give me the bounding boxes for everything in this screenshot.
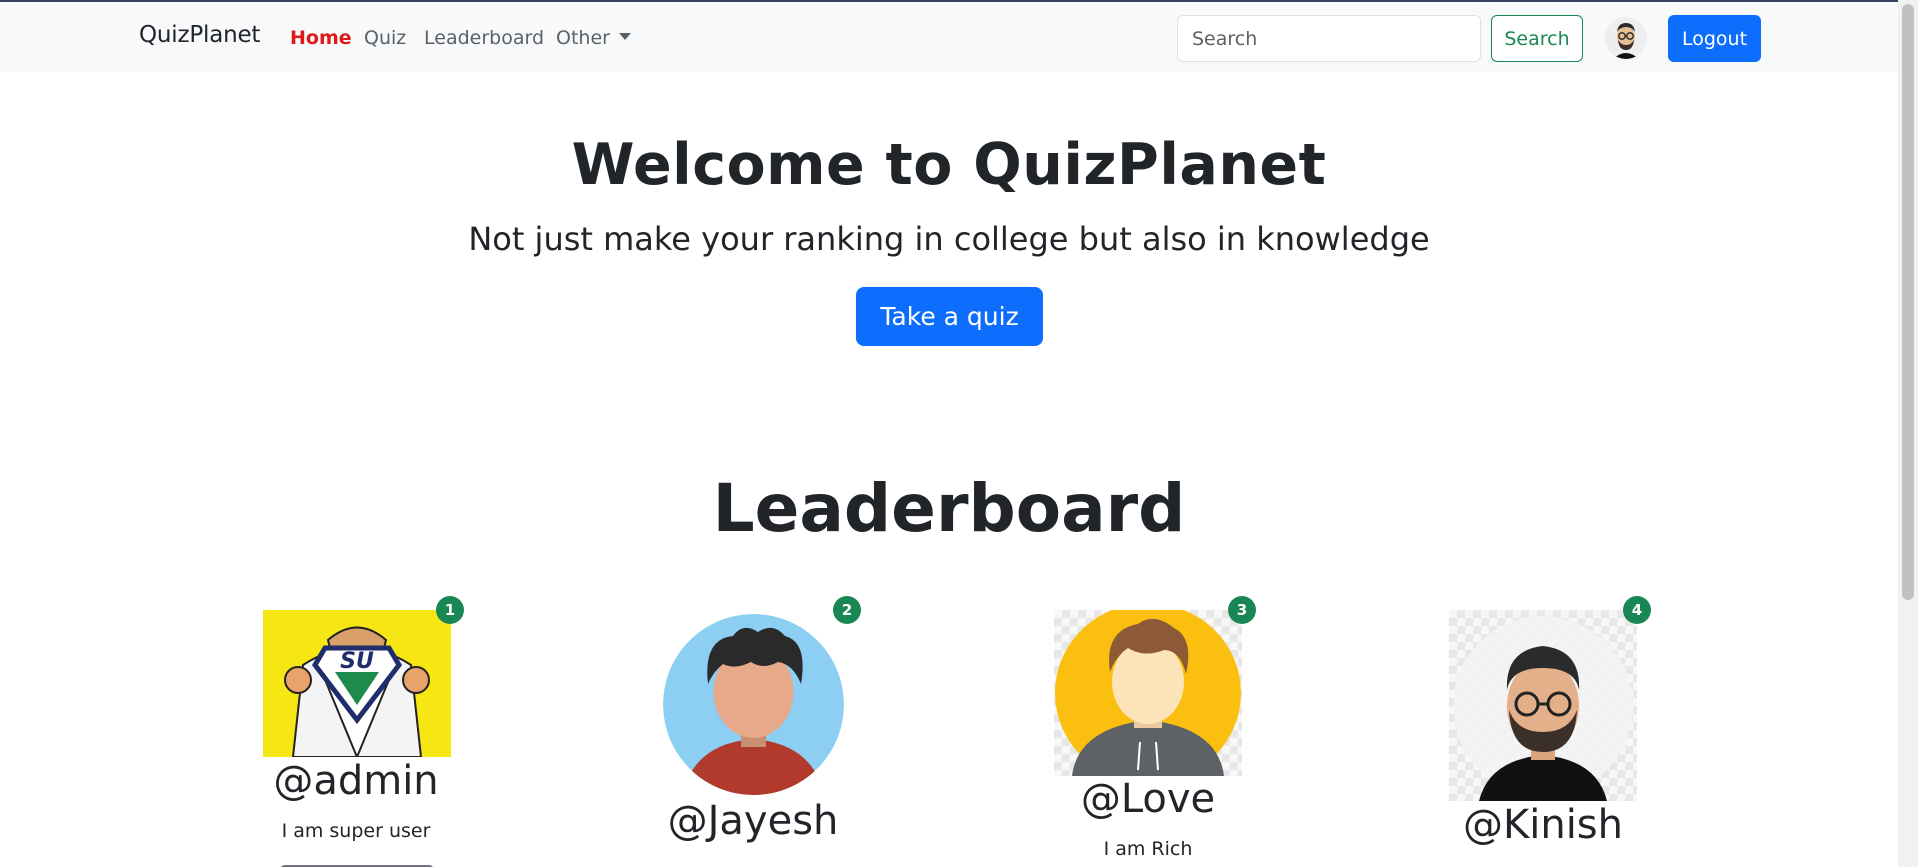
- leaderboard-card-kinish[interactable]: 4 @Kinish: [1393, 594, 1693, 867]
- user-avatar-icon: [1453, 616, 1633, 801]
- nav-leaderboard[interactable]: Leaderboard: [424, 27, 544, 49]
- nav-home[interactable]: Home: [290, 27, 352, 49]
- search-input[interactable]: [1177, 15, 1481, 62]
- username[interactable]: @Love: [998, 776, 1298, 822]
- user-bio: I am Rich: [1103, 838, 1193, 860]
- user-avatar-icon: [663, 614, 844, 795]
- hero-subtitle: Not just make your ranking in college bu…: [468, 220, 1430, 258]
- nav-other-label: Other: [556, 27, 610, 49]
- username[interactable]: @Kinish: [1393, 802, 1693, 848]
- rank-badge: 3: [1228, 596, 1256, 624]
- nav-quiz[interactable]: Quiz: [364, 27, 406, 49]
- rank-badge: 2: [833, 596, 861, 624]
- username[interactable]: @Jayesh: [603, 798, 903, 844]
- search-button[interactable]: Search: [1491, 15, 1583, 62]
- rank-badge: 1: [436, 596, 464, 624]
- nav-other-dropdown[interactable]: Other: [556, 27, 631, 49]
- chevron-down-icon: [618, 33, 631, 40]
- leaderboard-card-admin[interactable]: SU 1 @admin I am super user: [206, 594, 506, 867]
- user-avatar[interactable]: [1605, 17, 1647, 59]
- leaderboard-card-love[interactable]: 3 @Love I am Rich: [998, 594, 1298, 867]
- leaderboard-card-jayesh[interactable]: 2 @Jayesh: [603, 594, 903, 867]
- user-bio: I am super user: [281, 820, 431, 842]
- username[interactable]: @admin: [206, 758, 506, 804]
- rank-badge: 4: [1623, 596, 1651, 624]
- take-quiz-button[interactable]: Take a quiz: [856, 287, 1043, 346]
- hero-title: Welcome to QuizPlanet: [571, 132, 1327, 198]
- logout-button[interactable]: Logout: [1668, 15, 1761, 62]
- love-avatar: [1054, 610, 1242, 776]
- superuser-avatar-icon: SU: [263, 610, 451, 757]
- jayesh-avatar: [663, 614, 844, 795]
- navbar: QuizPlanet Home Quiz Leaderboard Other S…: [0, 2, 1898, 72]
- leaderboard-title: Leaderboard: [712, 470, 1186, 547]
- user-avatar-icon: [1055, 610, 1241, 776]
- kinish-avatar: [1449, 610, 1637, 801]
- admin-avatar: SU: [263, 610, 451, 757]
- brand-logo[interactable]: QuizPlanet: [139, 22, 260, 48]
- page-scrollbar-thumb[interactable]: [1902, 4, 1914, 600]
- avatar-icon: [1605, 17, 1647, 59]
- svg-text:SU: SU: [340, 649, 374, 674]
